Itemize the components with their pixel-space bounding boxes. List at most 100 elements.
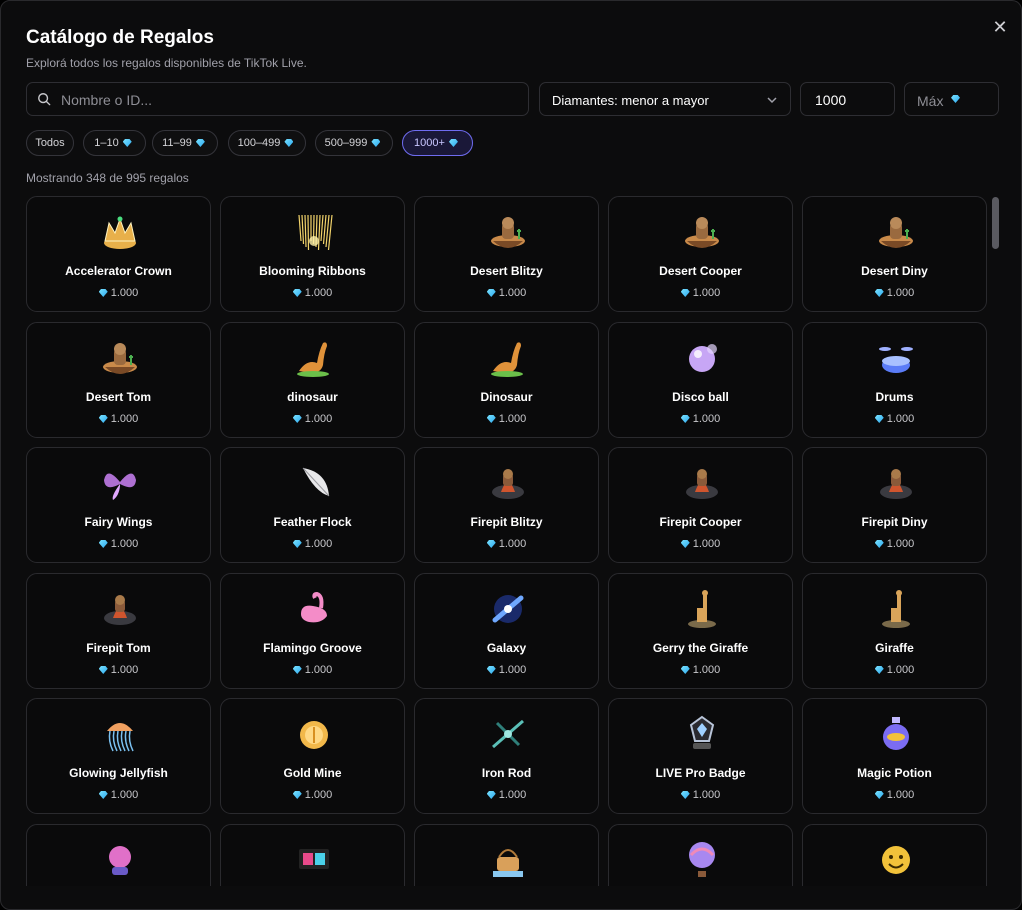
gift-card[interactable]: Dinosaur 1.000 bbox=[414, 322, 599, 438]
diamond-icon bbox=[874, 666, 884, 674]
gift-name: Feather Flock bbox=[273, 515, 352, 529]
gift-card[interactable] bbox=[220, 824, 405, 886]
diamond-icon bbox=[292, 791, 302, 799]
range-chip[interactable]: Todos bbox=[26, 130, 74, 156]
min-diamonds-field[interactable] bbox=[800, 82, 895, 117]
gift-price: 1.000 bbox=[27, 413, 210, 425]
range-chip[interactable]: 11–99 bbox=[152, 130, 218, 156]
gift-price-value: 1.000 bbox=[886, 413, 915, 425]
gift-card[interactable]: Gold Mine 1.000 bbox=[220, 698, 405, 814]
giraffe-icon bbox=[681, 588, 723, 630]
gift-name: Drums bbox=[875, 390, 914, 404]
flamingo-icon bbox=[293, 588, 335, 630]
gift-card[interactable]: Desert Blitzy 1.000 bbox=[414, 196, 599, 312]
gift-price-value: 1.000 bbox=[110, 287, 139, 299]
gift-name: Firepit Diny bbox=[861, 515, 928, 529]
sort-select[interactable]: Diamantes: menor a mayor bbox=[539, 82, 791, 116]
gift-price: 1.000 bbox=[221, 789, 404, 801]
gift-card[interactable]: Flamingo Groove 1.000 bbox=[220, 573, 405, 689]
gift-card[interactable]: Accelerator Crown 1.000 bbox=[26, 196, 211, 312]
gift-card[interactable]: Drums 1.000 bbox=[802, 322, 987, 438]
gift-price: 1.000 bbox=[609, 664, 792, 676]
gift-price-value: 1.000 bbox=[692, 789, 721, 801]
gift-name: Firepit Tom bbox=[86, 641, 151, 655]
gift-price-value: 1.000 bbox=[110, 413, 139, 425]
gift-card[interactable]: Desert Cooper 1.000 bbox=[608, 196, 793, 312]
gift-card[interactable]: Disco ball 1.000 bbox=[608, 322, 793, 438]
diamond-icon bbox=[98, 289, 108, 297]
diamond-icon bbox=[874, 415, 884, 423]
scrollbar-thumb[interactable] bbox=[992, 197, 999, 249]
gift-name: Giraffe bbox=[875, 641, 914, 655]
gift-card[interactable]: Galaxy 1.000 bbox=[414, 573, 599, 689]
gift-catalog-modal: Catálogo de Regalos Explorá todos los re… bbox=[0, 0, 1022, 910]
sort-select-label: Diamantes: menor a mayor bbox=[552, 93, 709, 108]
jellyfish-icon bbox=[99, 713, 141, 755]
gift-card[interactable]: Magic Potion 1.000 bbox=[802, 698, 987, 814]
diamond-icon bbox=[98, 415, 108, 423]
max-diamonds-placeholder: Máx bbox=[917, 93, 944, 109]
gift-card[interactable]: dinosaur 1.000 bbox=[220, 322, 405, 438]
gift-price-value: 1.000 bbox=[886, 287, 915, 299]
gift-card[interactable]: Feather Flock 1.000 bbox=[220, 447, 405, 563]
gift-card[interactable]: Firepit Tom 1.000 bbox=[26, 573, 211, 689]
search-input[interactable] bbox=[59, 83, 523, 117]
gift-card[interactable] bbox=[414, 824, 599, 886]
diamond-icon bbox=[292, 666, 302, 674]
gift-card[interactable] bbox=[26, 824, 211, 886]
gift-name: dinosaur bbox=[287, 390, 338, 404]
gift-card[interactable]: Firepit Blitzy 1.000 bbox=[414, 447, 599, 563]
gift-price: 1.000 bbox=[27, 538, 210, 550]
gift-name: Glowing Jellyfish bbox=[69, 766, 168, 780]
gift-price: 1.000 bbox=[27, 287, 210, 299]
range-chip[interactable]: 500–999 bbox=[315, 130, 393, 156]
gift-price: 1.000 bbox=[803, 287, 986, 299]
gift-price: 1.000 bbox=[803, 789, 986, 801]
gift-card[interactable]: Blooming Ribbons 1.000 bbox=[220, 196, 405, 312]
range-chip[interactable]: 1000+ bbox=[402, 130, 473, 156]
search-field[interactable] bbox=[26, 82, 529, 117]
gift-price: 1.000 bbox=[415, 287, 598, 299]
gift-card[interactable]: Firepit Cooper 1.000 bbox=[608, 447, 793, 563]
firepit-icon bbox=[681, 462, 723, 504]
search-icon bbox=[38, 93, 51, 106]
gift-card[interactable] bbox=[802, 824, 987, 886]
max-diamonds-field[interactable]: Máx bbox=[904, 82, 999, 116]
gift-price-value: 1.000 bbox=[304, 664, 333, 676]
gift-card[interactable]: Desert Tom 1.000 bbox=[26, 322, 211, 438]
desert-island-icon bbox=[99, 337, 141, 379]
gift-card[interactable]: Gerry the Giraffe 1.000 bbox=[608, 573, 793, 689]
diamond-icon bbox=[874, 540, 884, 548]
film-icon bbox=[293, 839, 335, 881]
disco-ball-icon bbox=[681, 337, 723, 379]
drums-icon bbox=[875, 337, 917, 379]
gift-price: 1.000 bbox=[803, 538, 986, 550]
range-chip[interactable]: 1–10 bbox=[83, 130, 146, 156]
range-chip[interactable]: 100–499 bbox=[228, 130, 306, 156]
gift-card[interactable] bbox=[608, 824, 793, 886]
wings-icon bbox=[99, 462, 141, 504]
badge-icon bbox=[681, 713, 723, 755]
gift-card[interactable]: Fairy Wings 1.000 bbox=[26, 447, 211, 563]
diamond-icon bbox=[951, 95, 960, 103]
gift-price: 1.000 bbox=[27, 664, 210, 676]
gift-card[interactable]: Giraffe 1.000 bbox=[802, 573, 987, 689]
gift-price: 1.000 bbox=[415, 413, 598, 425]
gift-card[interactable]: Iron Rod 1.000 bbox=[414, 698, 599, 814]
gift-name: Firepit Blitzy bbox=[470, 515, 543, 529]
dinosaur-icon bbox=[487, 337, 529, 379]
close-button[interactable]: ✕ bbox=[990, 17, 1010, 37]
min-diamonds-input[interactable] bbox=[813, 83, 892, 117]
gift-price-value: 1.000 bbox=[498, 789, 527, 801]
crystal-ball-icon bbox=[99, 839, 141, 881]
gift-card[interactable]: Firepit Diny 1.000 bbox=[802, 447, 987, 563]
gift-card[interactable]: Desert Diny 1.000 bbox=[802, 196, 987, 312]
gift-price: 1.000 bbox=[415, 664, 598, 676]
gift-price: 1.000 bbox=[803, 413, 986, 425]
diamond-icon bbox=[371, 139, 381, 147]
gift-price-value: 1.000 bbox=[692, 664, 721, 676]
gift-card[interactable]: Glowing Jellyfish 1.000 bbox=[26, 698, 211, 814]
gift-card[interactable]: LIVE Pro Badge 1.000 bbox=[608, 698, 793, 814]
range-chip-label: 500–999 bbox=[324, 137, 368, 149]
range-chip-label: 1–10 bbox=[94, 137, 119, 149]
